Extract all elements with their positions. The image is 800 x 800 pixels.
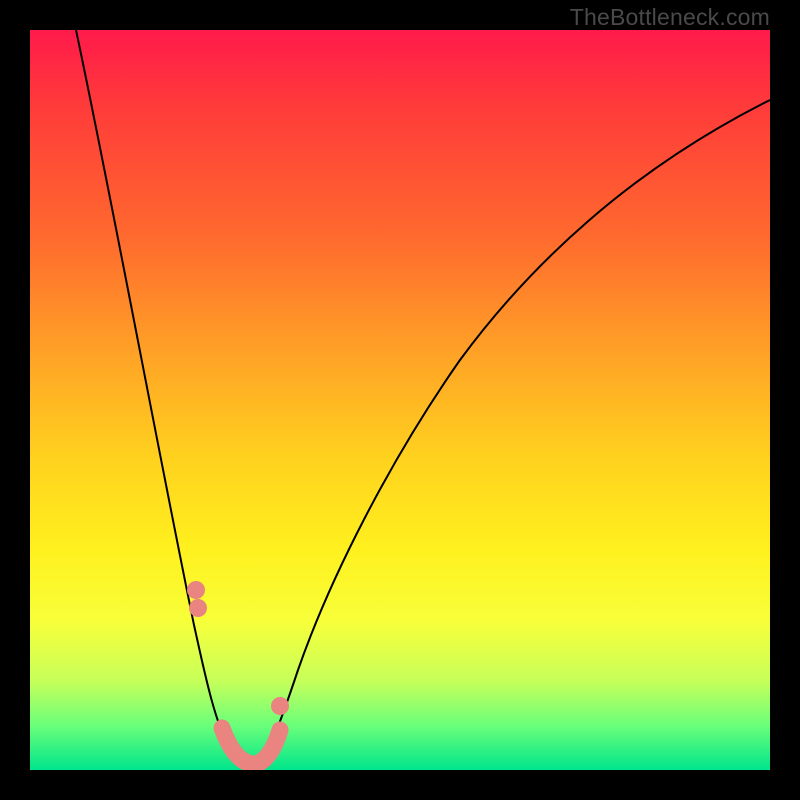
bottleneck-curve [76,30,770,767]
marker-dot [187,581,205,599]
plot-area [30,30,770,770]
marker-valley-path [222,728,280,764]
marker-dot [189,599,207,617]
marker-dot [271,697,289,715]
chart-frame: TheBottleneck.com [0,0,800,800]
chart-overlay [30,30,770,770]
attribution-text: TheBottleneck.com [570,4,770,31]
